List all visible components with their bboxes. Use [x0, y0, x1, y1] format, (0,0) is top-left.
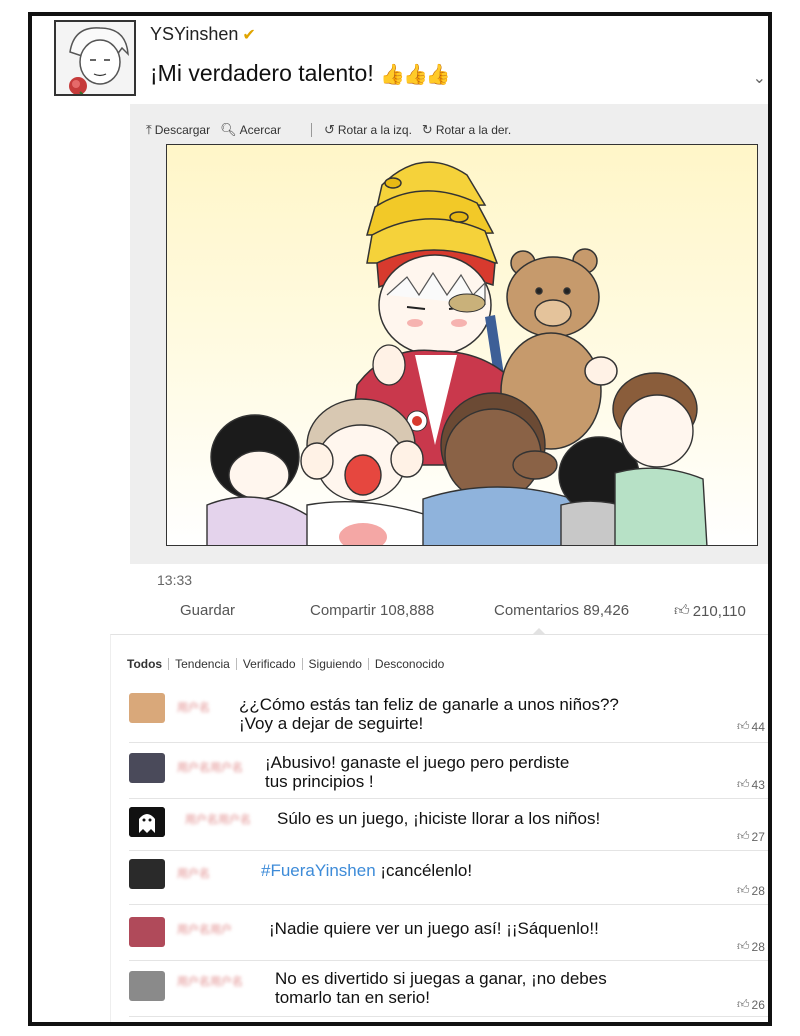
- rotate-right-icon: ↻: [421, 122, 433, 137]
- share-button[interactable]: Compartir 108,888: [310, 602, 434, 619]
- commenter-name[interactable]: 用户名: [177, 865, 210, 881]
- rotate-left-icon: ↺: [323, 122, 335, 137]
- comment-text: No es divertido si juegas a ganar, ¡no d…: [275, 969, 607, 1007]
- comment-like-count: 44: [751, 719, 765, 734]
- comment-like-button[interactable]: 👍︎ 28: [737, 883, 768, 898]
- image-viewer: ⤒ Descargar 🔍︎ Acercar ↺ Rotar a la izq.…: [130, 104, 768, 564]
- rotate-right-label: Rotar a la der.: [435, 123, 512, 137]
- commenter-avatar[interactable]: [129, 807, 165, 837]
- commenter-avatar[interactable]: [129, 693, 165, 723]
- comment-item: 用户名 #FueraYinshen ¡cancélenlo! 👍︎ 28: [129, 851, 768, 905]
- commenter-name[interactable]: 用户名用户名: [177, 759, 243, 775]
- rotate-left-label: Rotar a la izq.: [337, 123, 412, 137]
- comment-like-button[interactable]: 👍︎ 43: [737, 777, 768, 792]
- username-text[interactable]: YSYinshen: [150, 24, 238, 44]
- post-text-content: ¡Mi verdadero talento!: [150, 60, 374, 86]
- post-card: YSYinshen ✔ ¡Mi verdadero talento! 👍👍👍 ⌄ …: [28, 12, 772, 1026]
- comment-like-count: 27: [751, 829, 765, 844]
- comment-text: ¡Abusivo! ganaste el juego pero perdiste…: [265, 753, 570, 791]
- thumbs-up-icon: 👍︎: [737, 829, 750, 843]
- comment-item: 用户名用户 ¡Nadie quiere ver un juego así! ¡¡…: [129, 905, 768, 961]
- comment-like-count: 43: [751, 777, 765, 792]
- thumbs-up-icon: 👍︎: [737, 777, 750, 791]
- comment-text: #FueraYinshen ¡cancélenlo!: [261, 861, 472, 880]
- download-label: Descargar: [154, 123, 211, 137]
- filter-divider: [301, 658, 303, 670]
- post-actions: Guardar Compartir 108,888 Comentarios 89…: [32, 602, 768, 628]
- filter-unknown[interactable]: Desconocido: [375, 657, 444, 671]
- download-icon: ⤒: [146, 122, 152, 137]
- zoom-label: Acercar: [239, 123, 281, 137]
- zoom-icon: 🔍︎: [220, 122, 237, 137]
- rotate-left-button[interactable]: ↺ Rotar a la izq.: [324, 122, 412, 138]
- commenter-avatar[interactable]: [129, 971, 165, 1001]
- share-label: Compartir 108,888: [310, 602, 435, 619]
- comment-like-count: 26: [751, 997, 765, 1012]
- ghost-avatar-icon: [129, 807, 165, 837]
- comment-like-count: 28: [751, 939, 765, 954]
- chevron-down-icon[interactable]: ⌄: [753, 68, 766, 88]
- hashtag-link[interactable]: #FueraYinshen: [261, 861, 376, 880]
- comment-item: 用户名用户名 ¡Abusivo! ganaste el juego pero p…: [129, 743, 768, 799]
- thumbs-up-icon: 👍︎: [737, 719, 750, 733]
- commenter-name[interactable]: 用户名用户名: [185, 811, 251, 827]
- verified-v-icon: ✔: [242, 27, 256, 44]
- commenter-name[interactable]: 用户名: [177, 699, 210, 715]
- save-label: Guardar: [180, 602, 236, 619]
- comment-item: 用户名 ¿¿Cómo estás tan feliz de ganarle a …: [129, 685, 768, 743]
- post-text: ¡Mi verdadero talento! 👍👍👍: [150, 60, 451, 87]
- comment-item: 用户名用户名 Súlo es un juego, ¡hiciste llorar…: [129, 799, 768, 851]
- filter-verified[interactable]: Verificado: [243, 657, 296, 671]
- like-button[interactable]: 👍︎ 210,110: [674, 602, 746, 620]
- comment-text: ¿¿Cómo estás tan feliz de ganarle a unos…: [239, 695, 619, 733]
- filter-divider: [168, 658, 170, 670]
- filter-divider: [235, 658, 237, 670]
- filter-divider: [367, 658, 369, 670]
- filter-following[interactable]: Siguiendo: [309, 657, 362, 671]
- comments-button[interactable]: Comentarios 89,426: [494, 602, 629, 619]
- comment-filters: Todos Tendencia Verificado Siguiendo Des…: [127, 657, 450, 671]
- user-avatar[interactable]: [54, 20, 136, 96]
- comment-like-button[interactable]: 👍︎ 26: [737, 997, 768, 1012]
- comment-text: Súlo es un juego, ¡hiciste llorar a los …: [277, 809, 601, 828]
- comment-text: ¡Nadie quiere ver un juego así! ¡¡Sáquen…: [269, 919, 599, 938]
- comment-like-count: 28: [751, 883, 765, 898]
- likes-count: 210,110: [692, 602, 746, 620]
- thumbs-up-icon: 👍︎: [737, 997, 750, 1011]
- comment-text-rest: ¡cancélenlo!: [375, 861, 473, 880]
- post-time: 13:33: [157, 572, 193, 588]
- commenter-name[interactable]: 用户名用户名: [177, 973, 243, 989]
- commenter-avatar[interactable]: [129, 859, 165, 889]
- rotate-right-button[interactable]: ↻ Rotar a la der.: [422, 122, 511, 138]
- thumbs-up-icon: 👍︎: [737, 883, 750, 897]
- filter-trending[interactable]: Tendencia: [175, 657, 230, 671]
- commenter-name[interactable]: 用户名用户: [177, 921, 232, 937]
- comic-illustration: [206, 161, 708, 545]
- comment-like-button[interactable]: 👍︎ 28: [737, 939, 768, 954]
- viewer-toolbar: ⤒ Descargar 🔍︎ Acercar ↺ Rotar a la izq.…: [146, 120, 521, 140]
- avatar-illustration: [56, 22, 134, 94]
- comments-section: Todos Tendencia Verificado Siguiendo Des…: [110, 634, 768, 1022]
- zoom-button[interactable]: 🔍︎ Acercar: [220, 122, 281, 138]
- thumbs-up-emoji: 👍👍👍: [380, 64, 451, 86]
- comment-item: 用户名用户名 No es divertido si juegas a ganar…: [129, 961, 768, 1017]
- comment-like-button[interactable]: 👍︎ 27: [737, 829, 768, 844]
- filter-all[interactable]: Todos: [127, 657, 162, 671]
- commenter-avatar[interactable]: [129, 753, 165, 783]
- thumbs-up-icon: 👍︎: [737, 939, 750, 953]
- thumbs-up-icon: 👍︎: [674, 602, 690, 619]
- download-button[interactable]: ⤒ Descargar: [146, 122, 210, 138]
- save-button[interactable]: Guardar: [180, 602, 235, 619]
- toolbar-divider: [310, 123, 312, 137]
- comment-like-button[interactable]: 👍︎ 44: [737, 719, 768, 734]
- commenter-avatar[interactable]: [129, 917, 165, 947]
- comic-image[interactable]: [166, 144, 758, 546]
- post-username[interactable]: YSYinshen ✔: [150, 24, 256, 45]
- comments-label: Comentarios 89,426: [494, 602, 630, 619]
